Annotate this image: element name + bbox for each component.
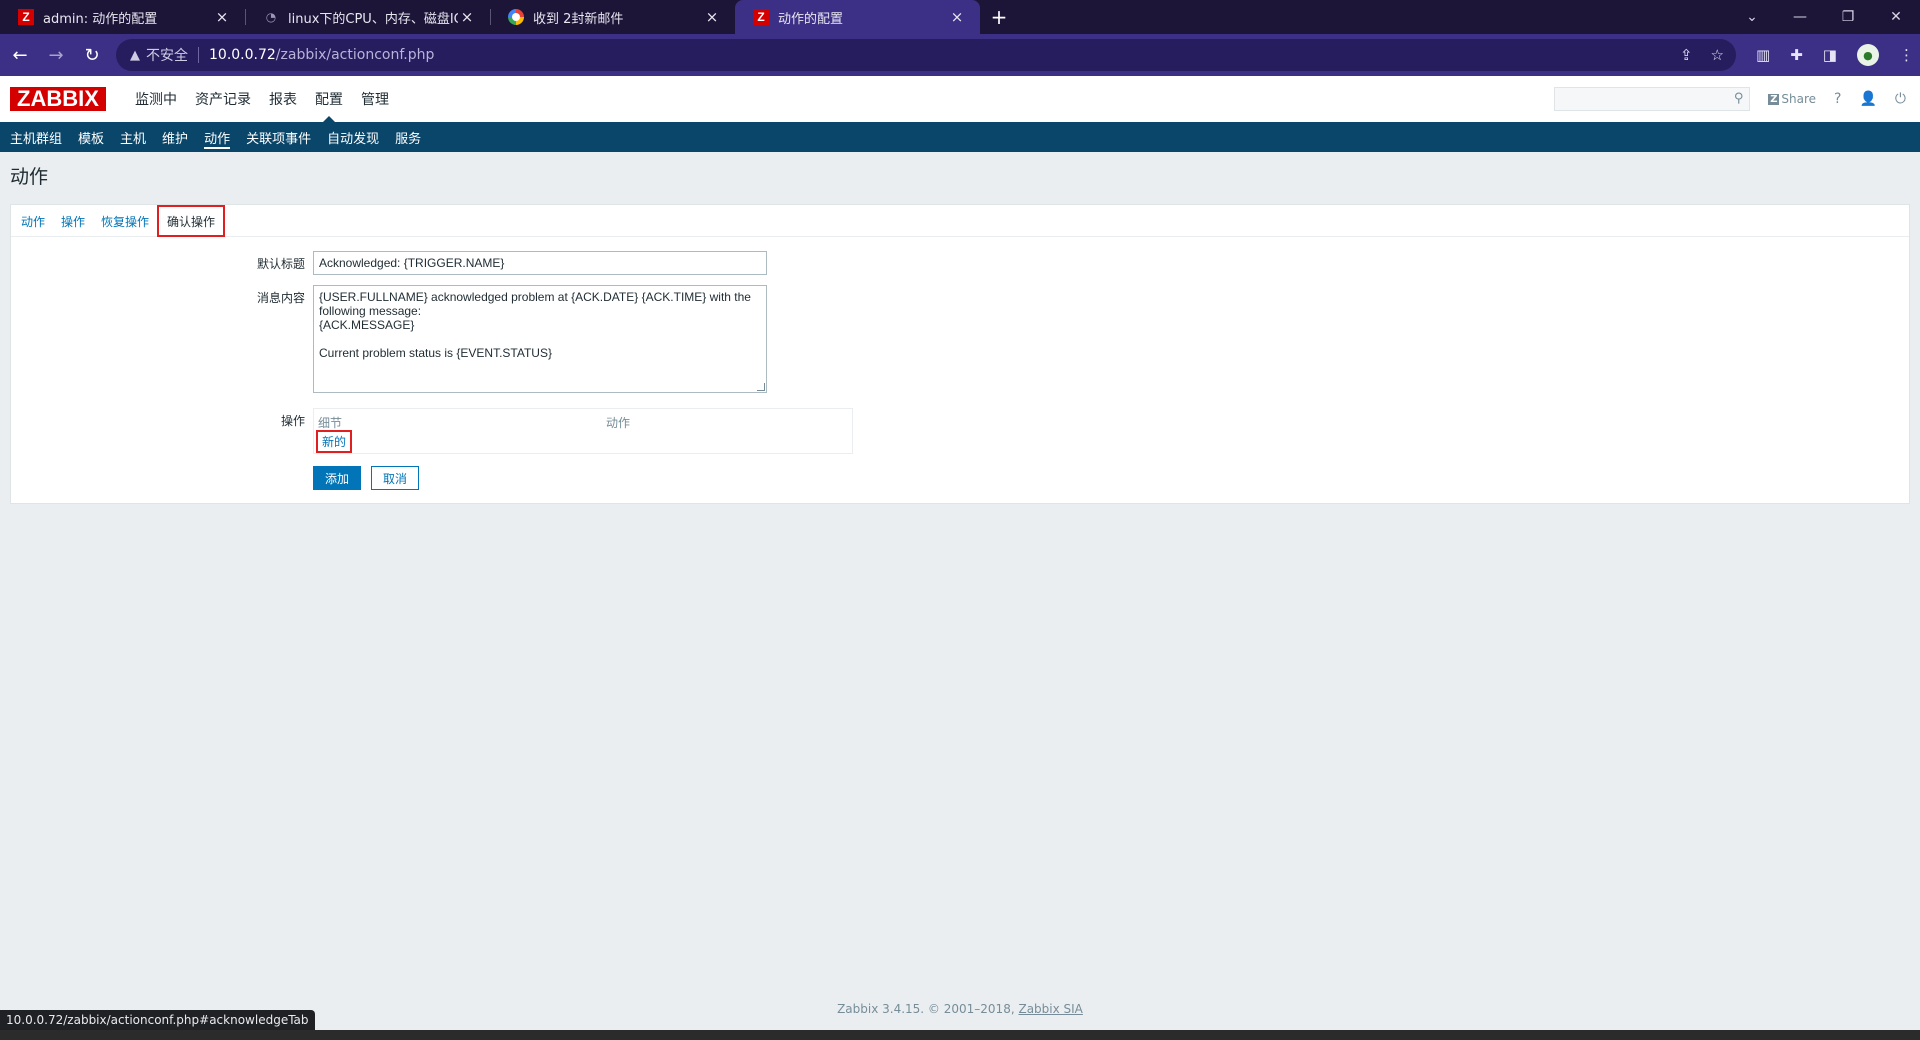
message-label: 消息内容 [256, 291, 305, 305]
tab-operations[interactable]: 操作 [53, 206, 93, 236]
top-menu-administration[interactable]: 管理 [352, 76, 398, 122]
close-icon[interactable]: × [213, 8, 231, 26]
tab-action[interactable]: 动作 [13, 206, 53, 236]
search-input[interactable]: ⚲ [1554, 87, 1751, 111]
tab-title: 收到 2封新邮件 [533, 11, 624, 27]
sub-menu-maintenance[interactable]: 维护 [154, 122, 196, 152]
omnibox-actions: ⇪ ☆ [1680, 46, 1736, 64]
action-form-panel: 动作 操作 恢复操作 确认操作 默认标题 Acknowledged: {TRIG… [10, 204, 1910, 504]
url-path: /zabbix/actionconf.php [275, 47, 435, 63]
top-menu-reports[interactable]: 报表 [260, 76, 306, 122]
forward-icon[interactable]: → [40, 39, 72, 71]
zabbix-icon: Z [753, 9, 769, 25]
link-status-bar: 10.0.0.72/zabbix/actionconf.php#acknowle… [0, 1010, 315, 1030]
top-menu-inventory[interactable]: 资产记录 [186, 76, 260, 122]
resize-handle-icon[interactable] [757, 383, 765, 391]
cancel-button[interactable]: 取消 [371, 466, 419, 490]
search-icon[interactable]: ⚲ [1734, 91, 1744, 106]
warning-icon[interactable]: ▲ [130, 48, 140, 63]
taskbar-strip [0, 1030, 1920, 1040]
restore-icon[interactable]: ❐ [1824, 0, 1872, 34]
add-button[interactable]: 添加 [313, 466, 361, 490]
share-link[interactable]: Z Share [1768, 92, 1816, 106]
close-icon[interactable]: × [948, 8, 966, 26]
github-icon: ◔ [265, 10, 277, 24]
profile-avatar-icon[interactable]: ● [1856, 44, 1879, 66]
close-icon[interactable]: × [458, 8, 476, 26]
browser-menu-icon[interactable]: ⋮ [1899, 46, 1914, 64]
url-host: 10.0.0.72 [209, 47, 276, 63]
extensions-puzzle-icon[interactable]: ✚ [1790, 46, 1803, 64]
form-tabs: 动作 操作 恢复操作 确认操作 [11, 205, 1909, 237]
top-menu-configuration[interactable]: 配置 [306, 76, 352, 122]
top-menu-monitoring[interactable]: 监测中 [126, 76, 186, 122]
operations-table: 细节 动作 新的 [313, 408, 853, 454]
browser-tab-mail[interactable]: 收到 2封新邮件 × [490, 0, 735, 34]
address-bar[interactable]: ▲ 不安全 10.0.0.72 /zabbix/actionconf.php ⇪… [116, 39, 1736, 71]
help-icon[interactable]: ? [1834, 91, 1841, 107]
sub-menu: 主机群组 模板 主机 维护 动作 关联项事件 自动发现 服务 [0, 122, 1920, 152]
ops-column-details: 细节 [318, 416, 343, 430]
reload-icon[interactable]: ↻ [76, 39, 108, 71]
top-menu: 监测中 资产记录 报表 配置 管理 [126, 76, 398, 122]
security-label[interactable]: 不安全 [146, 45, 188, 65]
tab-title: linux下的CPU、内存、磁盘IO、 [288, 11, 458, 27]
browser-toolbar: ← → ↻ ▲ 不安全 10.0.0.72 /zabbix/actionconf… [0, 34, 1920, 76]
sub-menu-actions[interactable]: 动作 [196, 122, 238, 152]
sub-menu-templates[interactable]: 模板 [70, 122, 112, 152]
tab-title: admin: 动作的配置 [43, 11, 158, 27]
reading-mode-icon[interactable]: ▥ [1756, 46, 1770, 64]
sub-menu-event-correlation[interactable]: 关联项事件 [238, 122, 319, 152]
new-tab-button[interactable]: + [984, 0, 1014, 34]
tab-acknowledge-operations[interactable]: 确认操作 [157, 205, 226, 237]
divider [198, 47, 199, 63]
operations-label: 操作 [280, 414, 305, 428]
sub-menu-services[interactable]: 服务 [387, 122, 429, 152]
zabbix-logo[interactable]: ZABBIX [10, 86, 106, 111]
zabbix-share-icon: Z [1768, 93, 1780, 105]
zabbix-icon: Z [18, 9, 34, 25]
sub-menu-hosts[interactable]: 主机 [112, 122, 154, 152]
user-profile-icon[interactable]: 👤 [1859, 91, 1876, 107]
ops-column-action: 动作 [606, 416, 631, 430]
extensions-area: ▥ ✚ ◨ ● ⋮ [1756, 44, 1914, 66]
message-textarea[interactable]: {USER.FULLNAME} acknowledged problem at … [313, 285, 767, 393]
sub-menu-discovery[interactable]: 自动发现 [319, 122, 387, 152]
tab-title: 动作的配置 [778, 11, 844, 27]
subject-input[interactable]: Acknowledged: {TRIGGER.NAME} [313, 251, 767, 275]
close-icon[interactable]: × [703, 8, 721, 26]
footer-text: Zabbix 3.4.15. © 2001–2018, [837, 1002, 1019, 1016]
message-text: {USER.FULLNAME} acknowledged problem at … [319, 290, 751, 360]
browser-tab-strip: Z admin: 动作的配置 × ◔ linux下的CPU、内存、磁盘IO、 ×… [0, 0, 1920, 34]
browser-tab-action-config[interactable]: Z 动作的配置 × [735, 0, 980, 34]
mail-icon [508, 9, 524, 25]
side-panel-icon[interactable]: ◨ [1823, 46, 1837, 64]
page-title: 动作 [10, 166, 49, 188]
tab-recovery-operations[interactable]: 恢复操作 [93, 206, 157, 236]
back-icon[interactable]: ← [4, 39, 36, 71]
minimize-icon[interactable]: — [1776, 0, 1824, 34]
share-label: Share [1781, 92, 1817, 106]
browser-tab-admin-action-config[interactable]: Z admin: 动作的配置 × [0, 0, 245, 34]
tab-search-icon[interactable]: ⌄ [1728, 0, 1776, 34]
window-close-icon[interactable]: ✕ [1872, 0, 1920, 34]
window-controls: ⌄ — ❐ ✕ [1728, 0, 1920, 34]
share-page-icon[interactable]: ⇪ [1680, 46, 1693, 64]
browser-tab-linux-cpu[interactable]: ◔ linux下的CPU、内存、磁盘IO、 × [245, 0, 490, 34]
zabbix-header: ZABBIX 监测中 资产记录 报表 配置 管理 ⚲ Z Share ? 👤 ⏻ [0, 76, 1920, 122]
bookmark-star-icon[interactable]: ☆ [1711, 46, 1724, 64]
subject-label: 默认标题 [256, 257, 305, 271]
sub-menu-host-groups[interactable]: 主机群组 [2, 122, 70, 152]
header-right: ⚲ Z Share ? 👤 ⏻ [1554, 87, 1920, 111]
logout-icon[interactable]: ⏻ [1895, 91, 1906, 107]
new-operation-link[interactable]: 新的 [316, 430, 353, 453]
footer-link[interactable]: Zabbix SIA [1018, 1002, 1082, 1016]
